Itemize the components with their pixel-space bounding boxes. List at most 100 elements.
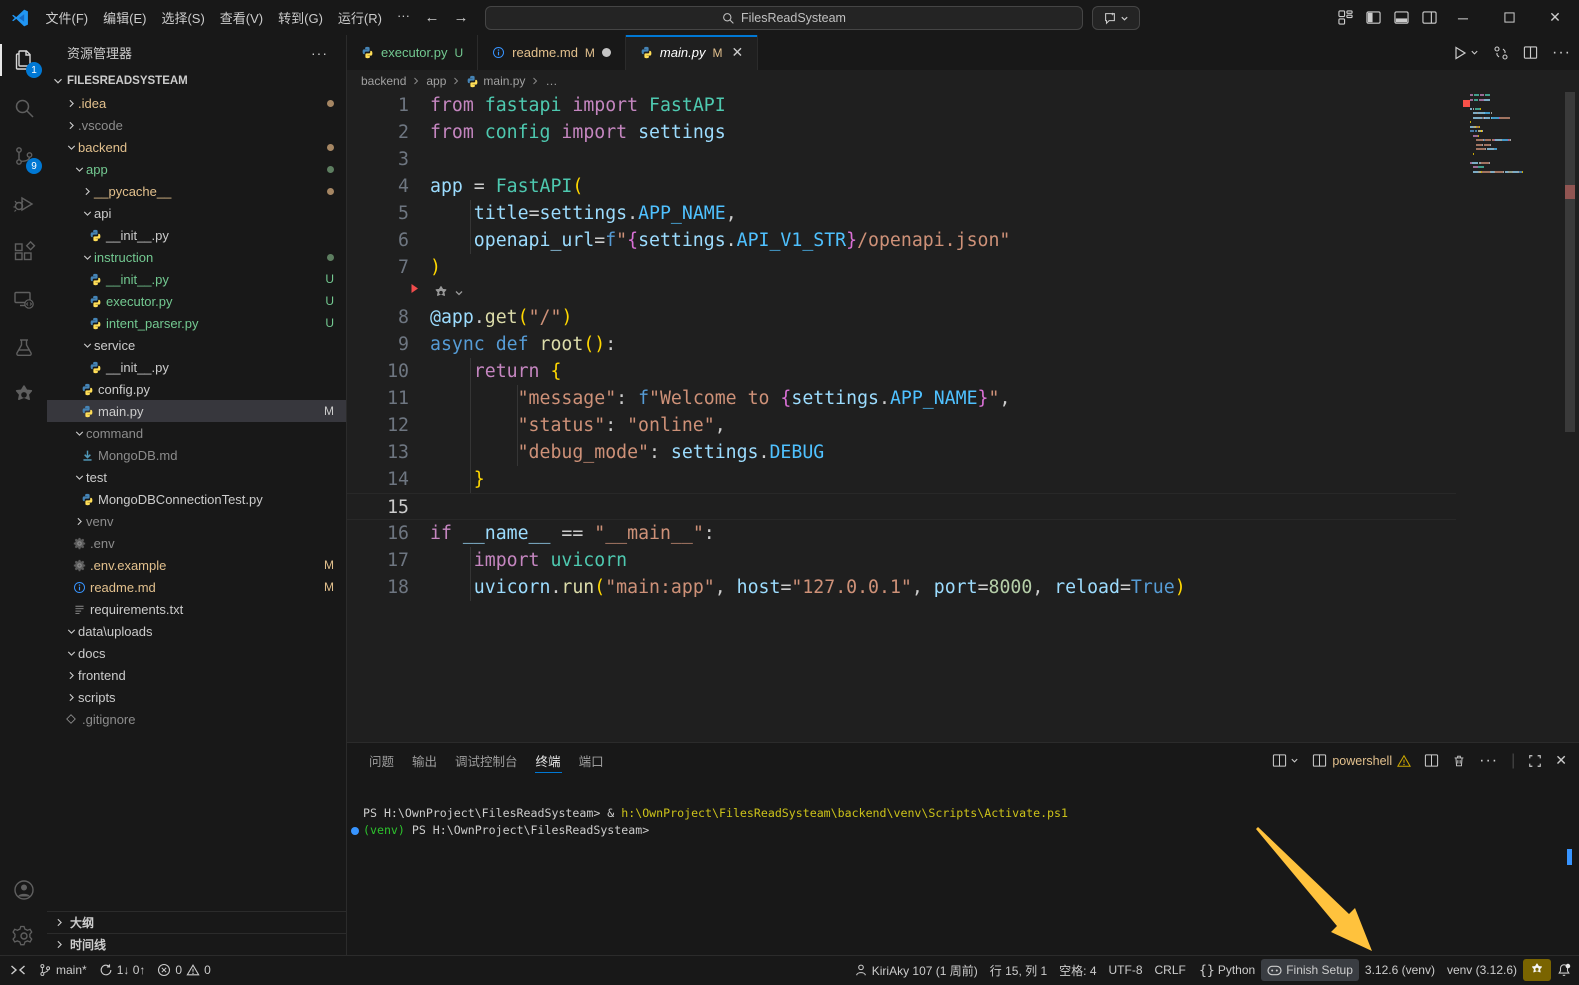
- tree-item-intent_parser.py[interactable]: intent_parser.pyU: [47, 312, 346, 334]
- trash-icon[interactable]: [1452, 754, 1466, 768]
- tree-item-config.py[interactable]: config.py: [47, 378, 346, 400]
- status-eol[interactable]: CRLF: [1149, 959, 1192, 981]
- tree-item-.idea[interactable]: .idea: [47, 92, 346, 114]
- tree-item-requirements.txt[interactable]: requirements.txt: [47, 598, 346, 620]
- status-problems[interactable]: 00: [151, 959, 216, 981]
- split-terminal-icon[interactable]: [1424, 753, 1439, 768]
- tree-item-__init__.py[interactable]: __init__.pyU: [47, 268, 346, 290]
- menu-g[interactable]: 转到(G): [271, 4, 331, 31]
- inline-ai-widget[interactable]: [347, 281, 1456, 304]
- tree-item-app[interactable]: app: [47, 158, 346, 180]
- panel-tab-终端[interactable]: 终端: [527, 743, 570, 778]
- tree-item-MongoDBConnectionTest.py[interactable]: MongoDBConnectionTest.py: [47, 488, 346, 510]
- tree-item-instruction[interactable]: instruction: [47, 246, 346, 268]
- customize-layout-icon[interactable]: [1338, 10, 1353, 25]
- menu-e[interactable]: 编辑(E): [96, 4, 154, 31]
- status-encoding[interactable]: UTF-8: [1103, 959, 1149, 981]
- breadcrumb-item[interactable]: app: [426, 74, 446, 88]
- status-venv-version[interactable]: venv (3.12.6): [1441, 959, 1523, 981]
- tree-item-command[interactable]: command: [47, 422, 346, 444]
- chat-button[interactable]: [1092, 6, 1140, 30]
- panel-tab-调试控制台[interactable]: 调试控制台: [446, 743, 527, 778]
- status-notifications[interactable]: [1551, 959, 1577, 981]
- tree-item-test[interactable]: test: [47, 466, 346, 488]
- breadcrumb-item[interactable]: main.py: [483, 74, 525, 88]
- open-changes-icon[interactable]: [1493, 45, 1509, 61]
- minimize-button[interactable]: ─: [1440, 0, 1486, 35]
- close-panel-icon[interactable]: ✕: [1555, 752, 1567, 769]
- command-decoration-dot[interactable]: [351, 827, 359, 835]
- tree-item-.gitignore[interactable]: .gitignore: [47, 708, 346, 730]
- tree-item-scripts[interactable]: scripts: [47, 686, 346, 708]
- panel-tab-输出[interactable]: 输出: [403, 743, 446, 778]
- sidebar-more-icon[interactable]: ···: [311, 45, 328, 61]
- close-tab-icon[interactable]: ✕: [731, 44, 743, 61]
- tree-item-service[interactable]: service: [47, 334, 346, 356]
- terminal-new-button[interactable]: [1272, 753, 1299, 768]
- terminal-output[interactable]: PS H:\OwnProject\FilesReadSysteam> & h:\…: [347, 778, 1579, 956]
- explorer-section-header[interactable]: FILESREADSYSTEAM: [47, 70, 346, 92]
- menu-[interactable]: ···: [389, 4, 417, 31]
- code-area[interactable]: 1from fastapi import FastAPI2from config…: [347, 92, 1579, 742]
- toggle-secondary-sidebar-icon[interactable]: [1422, 10, 1437, 25]
- status-sync-status[interactable]: 1↓ 0↑: [93, 959, 152, 981]
- activity-account-icon[interactable]: [0, 870, 47, 910]
- tree-item-docs[interactable]: docs: [47, 642, 346, 664]
- split-editor-icon[interactable]: [1523, 45, 1538, 60]
- panel-tab-问题[interactable]: 问题: [360, 743, 403, 778]
- status-branch[interactable]: main*: [32, 959, 93, 981]
- copilot-inline-icon[interactable]: [432, 284, 464, 302]
- tab-readme.md[interactable]: readme.mdM: [478, 35, 626, 70]
- tree-item-frontend[interactable]: frontend: [47, 664, 346, 686]
- timeline-section[interactable]: 时间线: [47, 933, 347, 955]
- activity-run-debug-icon[interactable]: [0, 184, 47, 224]
- status-python-version[interactable]: 3.12.6 (venv): [1359, 959, 1441, 981]
- tree-item-.env.example[interactable]: .env.exampleM: [47, 554, 346, 576]
- status-remote-indicator[interactable]: [4, 959, 32, 981]
- activity-settings-icon[interactable]: [0, 916, 47, 956]
- menu-v[interactable]: 查看(V): [212, 4, 270, 31]
- menu-f[interactable]: 文件(F): [38, 4, 96, 31]
- tree-item-__init__.py[interactable]: __init__.py: [47, 356, 346, 378]
- activity-ai-extension-icon[interactable]: [0, 376, 47, 416]
- activity-extensions-icon[interactable]: [0, 232, 47, 272]
- menu-r[interactable]: 运行(R): [330, 4, 389, 31]
- status-ai-badge[interactable]: [1523, 959, 1551, 981]
- tree-item-.env[interactable]: .env: [47, 532, 346, 554]
- menu-s[interactable]: 选择(S): [154, 4, 212, 31]
- close-button[interactable]: ✕: [1532, 0, 1578, 35]
- tree-item-.vscode[interactable]: .vscode: [47, 114, 346, 136]
- maximize-button[interactable]: [1486, 0, 1532, 35]
- status-language-mode[interactable]: {}Python: [1192, 959, 1261, 981]
- panel-more-icon[interactable]: ···: [1479, 752, 1498, 770]
- breadcrumb-item[interactable]: backend: [361, 74, 406, 88]
- toggle-panel-icon[interactable]: [1394, 10, 1409, 25]
- tree-item-api[interactable]: api: [47, 202, 346, 224]
- search-input[interactable]: FilesReadSysteam: [485, 6, 1083, 30]
- editor-scrollbar[interactable]: [1565, 92, 1575, 432]
- activity-remote-explorer-icon[interactable]: [0, 280, 47, 320]
- outline-section[interactable]: 大纲: [47, 911, 347, 933]
- breadcrumb[interactable]: backend app main.py …: [347, 70, 1579, 92]
- activity-testing-icon[interactable]: [0, 328, 47, 368]
- tree-item-venv[interactable]: venv: [47, 510, 346, 532]
- tree-item-__pycache__[interactable]: __pycache__: [47, 180, 346, 202]
- tree-item-data-uploads[interactable]: data\uploads: [47, 620, 346, 642]
- status-finish-setup[interactable]: Finish Setup: [1261, 959, 1359, 981]
- tree-item-MongoDB.md[interactable]: MongoDB.md: [47, 444, 346, 466]
- tree-item-backend[interactable]: backend: [47, 136, 346, 158]
- run-python-button[interactable]: [1452, 45, 1479, 61]
- tab-executor.py[interactable]: executor.pyU: [347, 35, 478, 70]
- nav-forward-icon[interactable]: →: [446, 7, 475, 28]
- status-indentation[interactable]: 空格: 4: [1053, 959, 1102, 981]
- more-actions-icon[interactable]: ···: [1552, 44, 1571, 62]
- activity-source-control-icon[interactable]: 9: [0, 136, 47, 176]
- status-git-author[interactable]: KiriAky 107 (1 周前): [848, 959, 984, 981]
- tree-item-__init__.py[interactable]: __init__.py: [47, 224, 346, 246]
- activity-explorer-icon[interactable]: 1: [0, 40, 47, 80]
- status-cursor-position[interactable]: 行 15, 列 1: [984, 959, 1053, 981]
- tab-main.py[interactable]: main.pyM✕: [626, 35, 758, 70]
- breadcrumb-item[interactable]: …: [545, 74, 557, 88]
- tree-item-readme.md[interactable]: readme.mdM: [47, 576, 346, 598]
- toggle-sidebar-icon[interactable]: [1366, 10, 1381, 25]
